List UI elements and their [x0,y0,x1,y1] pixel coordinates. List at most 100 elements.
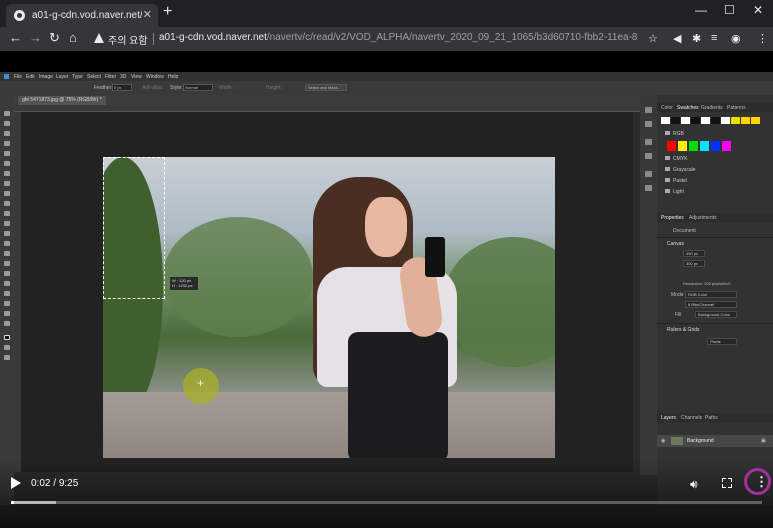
forward-arrow-icon[interactable]: → [29,31,42,45]
character-panel-icon [645,171,652,177]
layer-name: Background [687,438,714,444]
back-arrow-icon[interactable]: ← [9,31,22,45]
duration: 9:25 [58,478,79,489]
ground [103,392,555,458]
progress-fill [11,501,14,504]
address-bar[interactable]: a01-g-cdn.vod.naver.net/navertv/c/read/v… [159,32,637,43]
ps-menu-help: Help [168,74,179,80]
selection-height: H : 1232 px [172,283,193,288]
home-icon[interactable]: ⌂ [69,31,77,45]
browser-toolbar: ← → ↻ ⌂ 주의 요함 a01-g-cdn.vod.naver.net/na… [0,27,773,51]
security-status[interactable]: 주의 요함 [108,32,148,47]
swatch [731,117,740,124]
volume-icon[interactable]: 🔊︎ [690,477,698,492]
ps-menu-select: Select [87,74,101,80]
lock-icon: ▣ [761,438,766,444]
adjust-panel-icon [645,139,652,145]
swatch-group-grayscale: Grayscale [665,167,696,173]
antialias-option: Anti-alias [142,85,163,91]
minimize-button[interactable]: — [695,3,707,17]
click-highlight-cursor [183,368,219,404]
pen-tool-icon [4,261,10,266]
move-tool-icon [4,111,10,116]
select-tool-icon [4,141,10,146]
video-player[interactable]: File Edit Image Layer Type Select Filter… [0,51,773,528]
ps-menu-layer: Layer [56,74,69,80]
tab-title: a01-g-cdn.vod.naver.net/navertv [32,10,142,21]
globe-icon [14,10,25,21]
ps-options-bar: Feather: 0 px Anti-alias Style: Normal W… [0,81,773,95]
swatch [701,117,710,124]
ps-vertical-ruler [14,112,21,472]
swatch [691,117,700,124]
visibility-eye-icon: ◉ [661,438,666,444]
ps-menu-view: View [131,74,142,80]
dodge-tool-icon [4,251,10,256]
feather-label: Feather: [94,85,113,91]
browser-tab[interactable]: a01-g-cdn.vod.naver.net/navertv ✕ [6,4,158,27]
healing-tool-icon [4,181,10,186]
canvas-width-field: 450 px [683,250,705,257]
new-tab-button[interactable]: + [163,4,172,20]
media-icon[interactable]: ◀ [673,32,681,45]
profile-avatar-icon[interactable]: ◉ [731,32,741,45]
current-time: 0:02 [31,478,51,489]
browser-menu-icon[interactable]: ⋮ [757,32,768,45]
photo-canvas [103,157,555,458]
ps-menu-window: Window [146,74,164,80]
gradient-tool-icon [4,231,10,236]
resolution-text: Resolution: 300 pixels/inch [683,281,731,286]
background-trees-right [443,237,555,367]
fullscreen-icon[interactable] [722,478,732,488]
swatch [741,117,750,124]
progress-bar[interactable] [11,501,762,504]
swatch [671,117,680,124]
layers-tabs: Layers Channels Paths [657,413,773,422]
extensions-icon[interactable]: ✱ [692,32,701,45]
more-options-icon[interactable] [744,468,771,495]
brush-tool-icon [4,191,10,196]
time-display: 0:02 / 9:25 [31,478,79,489]
swatch-yellow [678,141,687,151]
close-tab-icon[interactable]: ✕ [143,8,152,21]
girl-overall [348,332,448,458]
swatch [721,117,730,124]
divider [657,237,773,238]
style-select: Normal [183,84,213,91]
hand-tool-icon [4,301,10,306]
ps-menu-bar: File Edit Image Layer Type Select Filter… [0,72,773,81]
canvas-height-field: 300 px [683,260,705,267]
eyedropper-tool-icon [4,171,10,176]
height-label: Height: [266,85,282,91]
maximize-button[interactable]: ☐ [724,3,735,17]
play-icon[interactable] [11,477,21,489]
bookmark-star-icon[interactable]: ☆ [648,32,658,45]
ps-menu-filter: Filter [105,74,117,80]
swatch [711,117,720,124]
swatch-cyan [700,141,709,151]
swatch-group-rgb: RGB [665,131,684,137]
quick-mask-icon [4,345,10,350]
width-label: Width: [219,85,234,91]
properties-tab: Properties [661,215,684,221]
ps-menu-edit: Edit [26,74,35,80]
swatch-group-light: Light [665,189,684,195]
ps-menu-type: Type [72,74,83,80]
more-tools-icon [4,321,10,326]
zoom-tool-icon [4,311,10,316]
warning-icon[interactable] [94,33,104,43]
playlist-icon[interactable]: ≡ [711,32,717,44]
fill-label: Fill [675,312,682,318]
close-window-button[interactable]: ✕ [753,3,763,17]
bit-depth-select: 8 Bits/Channel [685,301,737,308]
girl-face [365,197,407,257]
swatch [681,117,690,124]
reload-icon[interactable]: ↻ [49,31,60,45]
properties-tabs: Properties Adjustments [657,213,773,222]
divider [153,33,154,45]
player-controls: 0:02 / 9:25 🔊︎ [0,459,773,528]
actions-panel-icon [645,121,652,127]
ps-menu-3d: 3D [120,74,127,80]
path-select-icon [4,281,10,286]
history-panel-icon [645,107,652,113]
